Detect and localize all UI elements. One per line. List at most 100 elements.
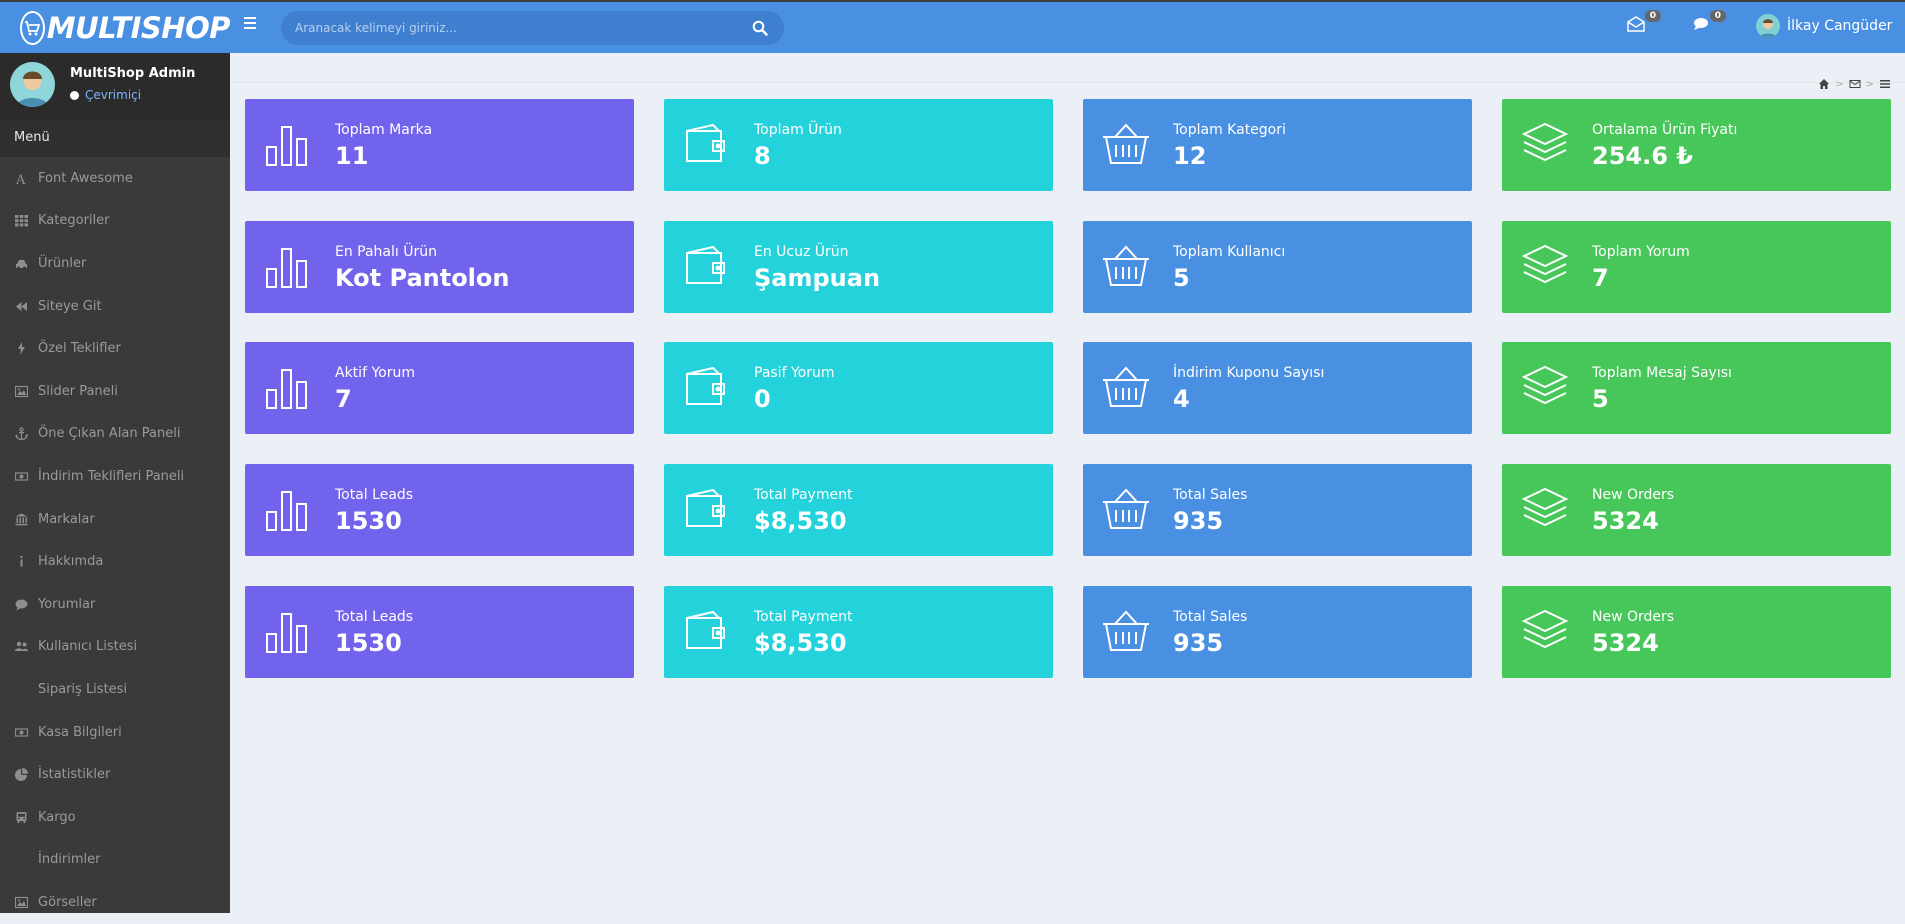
sidebar-item-label: Özel Teklifler (38, 341, 121, 357)
stat-card: Toplam Kullanıcı 5 (1083, 221, 1472, 313)
stat-card-value: 935 (1173, 629, 1224, 657)
brand-name: MULTISHOP (46, 10, 231, 45)
stat-card: Total Sales 935 (1083, 464, 1472, 556)
home-icon[interactable] (1818, 78, 1830, 90)
list-icon[interactable] (1879, 78, 1891, 90)
stat-card-value: 1530 (335, 507, 402, 535)
sidebar-item-istatistikler[interactable]: İstatistikler (0, 753, 230, 796)
wallet-icon (682, 486, 732, 532)
layers-icon (1520, 486, 1570, 532)
sidebar-item-kategoriler[interactable]: Kategoriler (0, 200, 230, 243)
sidebar-item-label: Sipariş Listesi (38, 681, 128, 697)
stat-card-value: 5324 (1592, 629, 1659, 657)
admin-name: MultiShop Admin (70, 66, 196, 81)
image-icon (14, 384, 28, 398)
stat-card-value: 11 (335, 142, 369, 170)
stat-card-title: En Ucuz Ürün (754, 244, 849, 260)
layers-icon (1520, 608, 1570, 654)
wallet-icon (682, 121, 732, 167)
stat-card: Ortalama Ürün Fiyatı 254.6 ₺ (1502, 99, 1891, 191)
sidebar-item-label: Kargo (38, 809, 76, 825)
breadcrumb: > > (1818, 78, 1891, 90)
stat-card: İndirim Kuponu Sayısı 4 (1083, 342, 1472, 434)
menu-toggle-icon[interactable] (244, 17, 258, 35)
stat-card-value: 1530 (335, 629, 402, 657)
admin-profile: MultiShop Admin Çevrimiçi (0, 53, 230, 119)
user-menu[interactable]: İlkay Cangüder (1756, 14, 1892, 38)
stat-card: En Pahalı Ürün Kot Pantolon (245, 221, 634, 313)
sidebar-item-siteye-git[interactable]: Siteye Git (0, 285, 230, 328)
sidebar-item-label: Slider Paneli (38, 383, 118, 399)
stat-card-title: Toplam Kategori (1173, 122, 1286, 138)
stat-card-value: 7 (1592, 264, 1609, 292)
mail-button[interactable]: 0 (1627, 10, 1661, 34)
sidebar-item-kasa-bilgileri[interactable]: Kasa Bilgileri (0, 711, 230, 754)
stat-card-title: Total Leads (335, 609, 414, 625)
sidebar-item-label: Öne Çıkan Alan Paneli (38, 426, 181, 442)
stat-card-title: Toplam Marka (335, 122, 433, 138)
sidebar-item-urunler[interactable]: Ürünler (0, 242, 230, 285)
comment-icon (1694, 18, 1708, 30)
stat-card: Toplam Kategori 12 (1083, 99, 1472, 191)
stat-card-title: Total Sales (1173, 487, 1248, 503)
online-status: Çevrimiçi (70, 88, 141, 102)
stat-card: Total Leads 1530 (245, 586, 634, 678)
sidebar-item-label: İndirim Teklifleri Paneli (38, 468, 185, 484)
layers-icon (1520, 243, 1570, 289)
stat-card-value: 5324 (1592, 507, 1659, 535)
top-navbar: 0 0 İlkay Cangüder (230, 2, 1905, 53)
sidebar-item-font-awesome[interactable]: A Font Awesome (0, 157, 230, 200)
stat-card-title: New Orders (1592, 487, 1675, 503)
admin-avatar (10, 62, 55, 107)
sidebar-item-siparis-listesi[interactable]: Sipariş Listesi (0, 668, 230, 711)
basket-icon (1101, 121, 1151, 167)
stat-card-value: 7 (335, 385, 352, 413)
sidebar-item-hakkimda[interactable]: Hakkımda (0, 540, 230, 583)
sidebar-item-slider-paneli[interactable]: Slider Paneli (0, 370, 230, 413)
info-icon (14, 555, 28, 569)
sidebar-item-label: Kasa Bilgileri (38, 724, 122, 740)
bank-icon (14, 512, 28, 526)
sidebar-item-markalar[interactable]: Markalar (0, 498, 230, 541)
brand-logo-area[interactable]: MULTISHOP (0, 2, 231, 53)
sidebar-item-label: Ürünler (38, 255, 87, 271)
user-name: İlkay Cangüder (1787, 18, 1893, 34)
stat-card: Toplam Mesaj Sayısı 5 (1502, 342, 1891, 434)
sidebar-item-ozel-teklifler[interactable]: Özel Teklifler (0, 327, 230, 370)
sidebar-item-indirim-teklifleri-paneli[interactable]: İndirim Teklifleri Paneli (0, 455, 230, 498)
stat-card: Total Leads 1530 (245, 464, 634, 556)
stat-card-title: Pasif Yorum (754, 365, 835, 381)
stat-card: Toplam Marka 11 (245, 99, 634, 191)
sidebar-item-label: Kullanıcı Listesi (38, 639, 138, 655)
basket-icon (1101, 243, 1151, 289)
stat-card-value: 0 (754, 385, 771, 413)
anchor-icon (14, 427, 28, 441)
stat-card-title: Ortalama Ürün Fiyatı (1592, 122, 1738, 138)
stat-card-title: New Orders (1592, 609, 1675, 625)
sidebar-item-gorseller[interactable]: Görseller (0, 881, 230, 924)
sidebar-item-yorumlar[interactable]: Yorumlar (0, 583, 230, 626)
sidebar-item-indirimler[interactable]: İndirimler (0, 839, 230, 882)
sidebar-item-kullanici-listesi[interactable]: Kullanıcı Listesi (0, 626, 230, 669)
avatar (1756, 14, 1780, 38)
stat-card: Toplam Ürün 8 (664, 99, 1053, 191)
stat-card-title: Total Leads (335, 487, 414, 503)
wallet-icon (682, 364, 732, 410)
stat-card-title: Total Payment (754, 609, 853, 625)
sidebar-item-kargo[interactable]: Kargo (0, 796, 230, 839)
stat-card-value: Kot Pantolon (335, 264, 510, 292)
sidebar-item-label: Markalar (38, 511, 95, 527)
bar-chart-icon (263, 486, 313, 532)
search-icon[interactable] (752, 20, 768, 36)
bus-icon (14, 810, 28, 824)
sidebar-item-one-cikan-alan-paneli[interactable]: Öne Çıkan Alan Paneli (0, 413, 230, 456)
stat-card-title: İndirim Kuponu Sayısı (1173, 365, 1325, 381)
grid-icon (14, 214, 28, 228)
chat-button[interactable]: 0 (1692, 10, 1726, 34)
stat-card-title: Aktif Yorum (335, 365, 415, 381)
stat-card: Pasif Yorum 0 (664, 342, 1053, 434)
search-input[interactable] (295, 11, 735, 45)
bar-chart-icon (263, 243, 313, 289)
car-icon (14, 256, 28, 270)
envelope-icon[interactable] (1849, 78, 1861, 90)
